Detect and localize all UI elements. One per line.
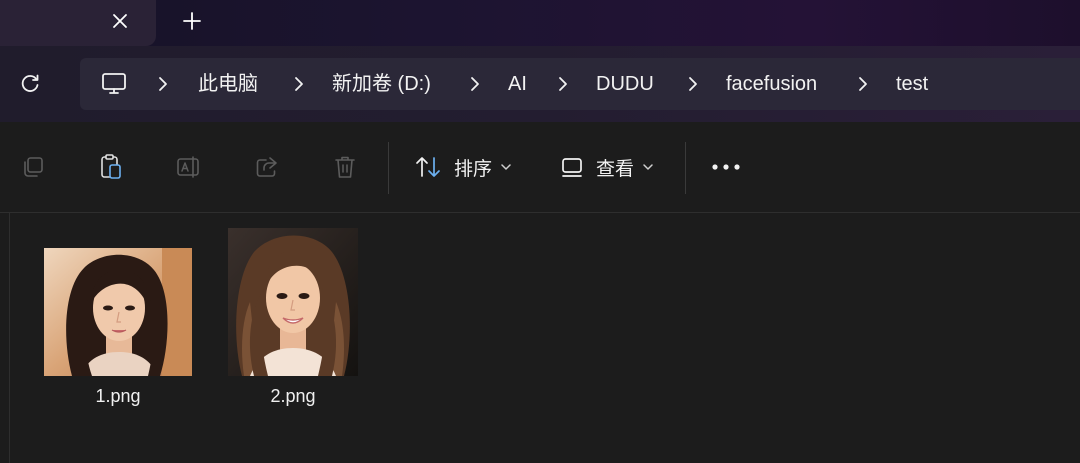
navigation-bar: 此电脑 新加卷 (D:) AI DUDU facefusion test	[0, 46, 1080, 122]
file-list[interactable]: 1.png 2.png	[0, 213, 1080, 463]
sort-icon	[416, 157, 440, 177]
chevron-right-icon[interactable]	[156, 75, 170, 93]
share-button[interactable]	[252, 152, 282, 182]
navigation-pane-edge	[0, 213, 10, 463]
breadcrumb-this-pc[interactable]: 此电脑	[198, 58, 258, 110]
breadcrumb-ai[interactable]: AI	[508, 58, 527, 110]
sort-label: 排序	[454, 158, 493, 180]
image-thumbnail[interactable]	[228, 228, 358, 376]
more-options-button[interactable]	[706, 152, 746, 182]
paste-button[interactable]	[96, 152, 126, 182]
breadcrumb-dudu[interactable]: DUDU	[596, 58, 654, 110]
refresh-icon	[21, 74, 39, 92]
this-pc-icon[interactable]	[100, 70, 128, 98]
new-tab-button[interactable]	[176, 6, 208, 36]
copy-icon	[24, 157, 43, 177]
file-item[interactable]: 1.png	[44, 248, 192, 407]
toolbar-divider	[685, 142, 686, 194]
refresh-button[interactable]	[14, 68, 46, 100]
view-button[interactable]: 查看	[560, 150, 654, 184]
chevron-right-icon[interactable]	[686, 75, 700, 93]
rename-button[interactable]	[174, 152, 204, 182]
view-icon	[562, 158, 582, 177]
image-thumbnail[interactable]	[44, 248, 192, 376]
rename-icon	[177, 156, 199, 178]
toolbar-divider	[388, 142, 389, 194]
address-bar[interactable]: 此电脑 新加卷 (D:) AI DUDU facefusion test	[80, 58, 1080, 110]
chevron-right-icon[interactable]	[556, 75, 570, 93]
file-item[interactable]: 2.png	[228, 228, 358, 407]
paste-icon	[101, 154, 121, 179]
breadcrumb-drive-d[interactable]: 新加卷 (D:)	[332, 58, 431, 110]
breadcrumb-test[interactable]: test	[896, 58, 928, 110]
command-bar: 排序 查看	[0, 122, 1080, 213]
view-label: 查看	[596, 158, 635, 180]
chevron-down-icon	[501, 164, 511, 170]
file-name[interactable]: 2.png	[270, 386, 315, 407]
chevron-right-icon[interactable]	[468, 75, 482, 93]
plus-icon	[183, 12, 201, 30]
more-icon	[712, 164, 740, 170]
chevron-right-icon[interactable]	[292, 75, 306, 93]
close-tab-button[interactable]	[104, 6, 136, 36]
delete-button[interactable]	[330, 152, 360, 182]
share-icon	[256, 157, 277, 177]
breadcrumb-facefusion[interactable]: facefusion	[726, 58, 817, 110]
sort-button[interactable]: 排序	[414, 150, 512, 184]
title-bar	[0, 0, 1080, 46]
chevron-down-icon	[643, 164, 653, 170]
close-icon	[113, 14, 127, 28]
delete-icon	[335, 156, 355, 178]
file-name[interactable]: 1.png	[95, 386, 140, 407]
copy-button[interactable]	[18, 152, 48, 182]
chevron-right-icon[interactable]	[856, 75, 870, 93]
active-tab[interactable]	[0, 0, 156, 46]
